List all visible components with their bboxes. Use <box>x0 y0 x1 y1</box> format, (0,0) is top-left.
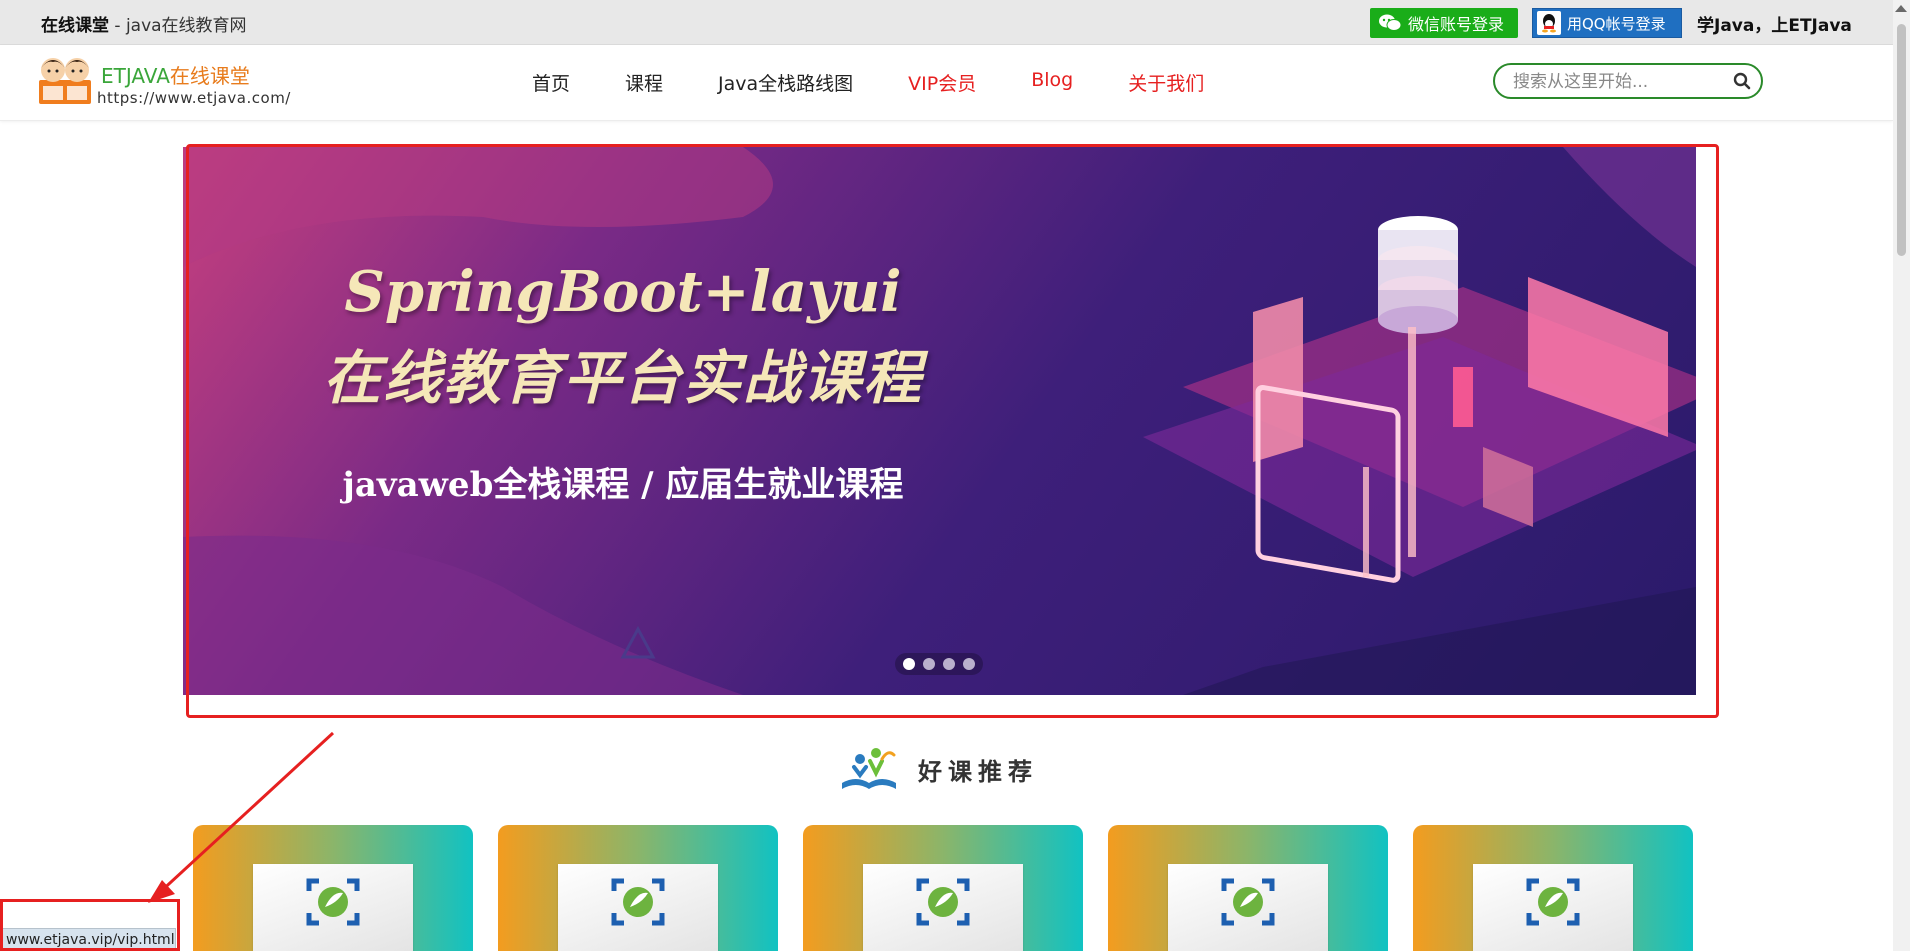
search-input[interactable] <box>1511 70 1720 94</box>
course-thumbnail <box>1473 864 1633 951</box>
carousel-dot-3[interactable] <box>943 658 955 670</box>
course-thumbnail <box>558 864 718 951</box>
banner-carousel[interactable]: SpringBoot+layui 在线教育平台实战课程 javaweb全栈课程 … <box>183 147 1696 695</box>
qq-login-label: 用QQ帐号登录 <box>1567 14 1666 33</box>
logo-kids-icon <box>39 58 91 104</box>
course-card[interactable] <box>803 825 1083 951</box>
nav-item-vip[interactable]: VIP会员 <box>908 69 976 96</box>
main-nav: 首页 课程 Java全栈路线图 VIP会员 Blog 关于我们 <box>532 69 1259 96</box>
browser-status-bar: www.etjava.vip/vip.html <box>0 928 176 951</box>
logo-url: https://www.etjava.com/ <box>97 89 291 107</box>
banner-headline-en: SpringBoot+layui <box>344 259 902 325</box>
course-thumbnail <box>253 864 413 951</box>
spring-logo-icon <box>611 878 665 926</box>
spring-logo-icon <box>916 878 970 926</box>
section-title: 好课推荐 <box>918 757 1038 786</box>
wechat-login-button[interactable]: 微信账号登录 <box>1370 8 1518 38</box>
logo-name: ETJAVA在线课堂 <box>101 60 250 89</box>
site-brand: 在线课堂 - java在线教育网 <box>41 11 247 36</box>
site-logo[interactable]: ETJAVA在线课堂 https://www.etjava.com/ <box>35 52 290 112</box>
site-header: ETJAVA在线课堂 https://www.etjava.com/ 首页 课程… <box>0 45 1893 121</box>
carousel-dot-1[interactable] <box>903 658 915 670</box>
site-brand-subtitle: - java在线教育网 <box>109 16 247 36</box>
scrollbar-thumb[interactable] <box>1897 24 1906 256</box>
nav-item-home[interactable]: 首页 <box>532 69 570 96</box>
qq-login-button[interactable]: 用QQ帐号登录 <box>1532 8 1682 38</box>
spring-logo-icon <box>1526 878 1580 926</box>
course-thumbnail <box>1168 864 1328 951</box>
carousel-dot-2[interactable] <box>923 658 935 670</box>
search-box <box>1493 63 1763 99</box>
wechat-login-label: 微信账号登录 <box>1408 15 1505 34</box>
logo-name-cn: 在线课堂 <box>169 64 250 88</box>
site-brand-bold: 在线课堂 <box>41 16 109 36</box>
slogan: 学Java，上ETJava <box>1697 16 1852 36</box>
course-thumbnail <box>863 864 1023 951</box>
spring-logo-icon <box>306 878 360 926</box>
carousel-dot-4[interactable] <box>963 658 975 670</box>
banner-background-art <box>183 147 1696 695</box>
scroll-up-arrow-icon[interactable] <box>1895 5 1907 12</box>
section-header-recommended: 好课推荐 <box>838 745 1038 793</box>
nav-item-roadmap[interactable]: Java全栈路线图 <box>718 69 853 96</box>
course-card[interactable] <box>193 825 473 951</box>
banner-subtitle: javaweb全栈课程 / 应届生就业课程 <box>342 465 904 505</box>
course-card[interactable] <box>1413 825 1693 951</box>
qq-icon <box>1537 11 1561 35</box>
carousel-indicators <box>895 653 983 675</box>
logo-name-en: ETJAVA <box>101 64 170 88</box>
search-icon[interactable] <box>1733 72 1751 90</box>
nav-item-courses[interactable]: 课程 <box>625 69 663 96</box>
course-card[interactable] <box>498 825 778 951</box>
reading-kids-icon <box>842 748 896 789</box>
top-bar: 在线课堂 - java在线教育网 微信账号登录 用QQ帐号登录 学Java，上E… <box>0 0 1893 45</box>
wechat-icon <box>1379 14 1402 31</box>
course-card[interactable] <box>1108 825 1388 951</box>
nav-item-blog[interactable]: Blog <box>1031 69 1073 96</box>
spring-logo-icon <box>1221 878 1275 926</box>
banner-headline-cn: 在线教育平台实战课程 <box>322 344 923 412</box>
nav-item-about[interactable]: 关于我们 <box>1128 69 1204 96</box>
